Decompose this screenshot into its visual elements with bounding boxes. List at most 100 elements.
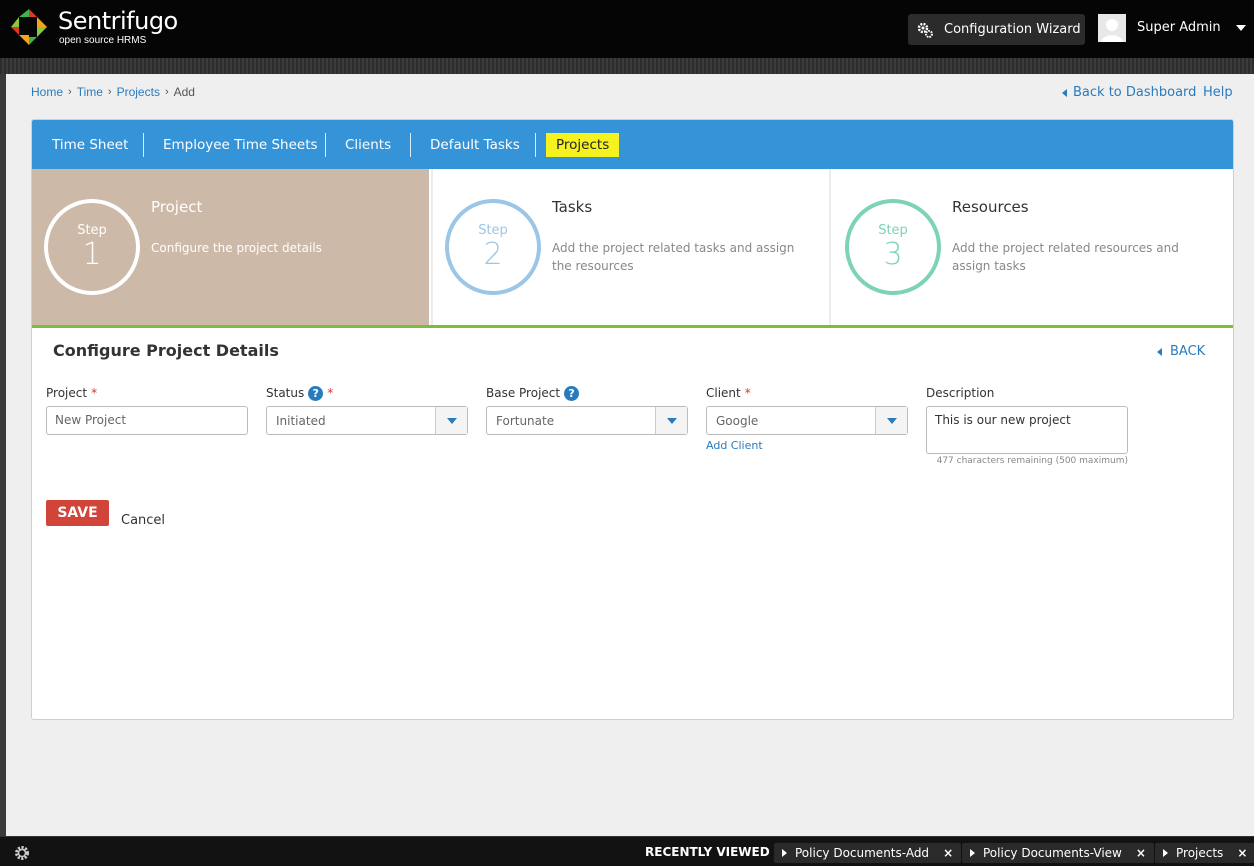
recent-item[interactable]: Projects × xyxy=(1155,843,1254,863)
step-label: Step xyxy=(478,223,508,238)
breadcrumb-time[interactable]: Time xyxy=(77,85,103,99)
required-marker: * xyxy=(744,386,751,400)
help-link[interactable]: Help xyxy=(1203,85,1233,100)
top-bar: Sentrifugo open source HRMS Configuratio… xyxy=(0,0,1254,58)
dropdown-arrow[interactable] xyxy=(435,407,467,434)
back-link[interactable]: BACK xyxy=(1157,344,1205,359)
breadcrumb-current: Add xyxy=(173,85,195,99)
project-label: Project * xyxy=(46,384,248,402)
tab-clients[interactable]: Clients xyxy=(345,133,391,157)
step-label: Step xyxy=(878,223,908,238)
client-field: Client * Google Add Client xyxy=(706,384,908,452)
main-content: Home › Time › Projects › Add Back to Das… xyxy=(6,74,1254,836)
step-title: Resources xyxy=(952,198,1029,216)
project-card: Time Sheet Employee Time Sheets Clients … xyxy=(31,119,1234,720)
step-tasks[interactable]: Step 2 Tasks Add the project related tas… xyxy=(431,169,831,325)
base-project-label-text: Base Project xyxy=(486,386,561,400)
user-name[interactable]: Super Admin xyxy=(1137,20,1221,35)
description-field: Description This is our new project 477 … xyxy=(926,384,1128,466)
recent-item-label: Policy Documents-View xyxy=(983,846,1122,860)
caret-down-icon xyxy=(887,418,897,424)
footer-bar: RECENTLY VIEWED Policy Documents-Add × P… xyxy=(0,836,1254,866)
close-icon[interactable]: × xyxy=(1136,846,1146,860)
step-title: Project xyxy=(151,198,203,216)
cancel-link[interactable]: Cancel xyxy=(121,513,165,528)
configuration-wizard-button[interactable]: Configuration Wizard xyxy=(908,14,1085,45)
caret-left-icon xyxy=(1062,88,1067,97)
step-circle: Step 2 xyxy=(445,199,541,295)
close-icon[interactable]: × xyxy=(943,846,953,860)
tab-default-tasks[interactable]: Default Tasks xyxy=(430,133,520,157)
client-label: Client * xyxy=(706,384,908,402)
step-number: 1 xyxy=(82,237,102,272)
configuration-wizard-label: Configuration Wizard xyxy=(944,22,1081,37)
client-label-text: Client xyxy=(706,386,741,400)
add-client-link[interactable]: Add Client xyxy=(706,439,908,452)
caret-left-icon xyxy=(1157,347,1162,356)
caret-down-icon xyxy=(447,418,457,424)
recent-item[interactable]: Policy Documents-Add × xyxy=(774,843,962,863)
step-number: 2 xyxy=(483,237,503,272)
step-resources[interactable]: Step 3 Resources Add the project related… xyxy=(833,169,1233,325)
status-value: Initiated xyxy=(276,414,326,428)
play-icon xyxy=(782,849,787,857)
dropdown-arrow[interactable] xyxy=(875,407,907,434)
status-select[interactable]: Initiated xyxy=(266,406,468,435)
back-to-dashboard-link[interactable]: Back to Dashboard xyxy=(1062,85,1196,100)
sentrifugo-logo-icon[interactable] xyxy=(10,8,48,46)
step-description: Configure the project details xyxy=(151,241,322,255)
recent-item-label: Projects xyxy=(1176,846,1224,860)
form-title: Configure Project Details xyxy=(53,341,279,360)
help-icon[interactable]: ? xyxy=(308,385,324,401)
save-button[interactable]: SAVE xyxy=(46,500,109,526)
step-number: 3 xyxy=(883,237,903,272)
tab-divider xyxy=(535,133,536,157)
status-label-text: Status xyxy=(266,386,305,400)
dropdown-arrow[interactable] xyxy=(655,407,687,434)
status-label: Status ? * xyxy=(266,384,468,402)
close-icon[interactable]: × xyxy=(1237,846,1247,860)
play-icon xyxy=(970,849,975,857)
progress-line xyxy=(32,325,1233,328)
breadcrumb-separator: › xyxy=(164,86,169,98)
header-separator xyxy=(0,58,1254,74)
breadcrumb-projects[interactable]: Projects xyxy=(117,85,160,99)
characters-remaining: 477 characters remaining (500 maximum) xyxy=(936,456,1128,466)
brand-tagline: open source HRMS xyxy=(59,35,147,46)
breadcrumb-separator: › xyxy=(107,86,112,98)
back-label: BACK xyxy=(1170,344,1206,359)
required-marker: * xyxy=(91,386,98,400)
description-label: Description xyxy=(926,384,1128,402)
recently-viewed-title: RECENTLY VIEWED xyxy=(645,845,770,859)
project-input[interactable]: New Project xyxy=(46,406,248,435)
base-project-label: Base Project ? xyxy=(486,384,688,402)
brand-name[interactable]: Sentrifugo xyxy=(58,7,178,35)
description-textarea[interactable]: This is our new project xyxy=(926,406,1128,454)
chevron-down-icon[interactable] xyxy=(1236,25,1246,31)
step-description: Add the project related resources and as… xyxy=(952,241,1179,273)
avatar[interactable] xyxy=(1098,14,1126,42)
recent-item[interactable]: Policy Documents-View × xyxy=(962,843,1154,863)
client-value: Google xyxy=(716,414,759,428)
step-project[interactable]: Step 1 Project Configure the project det… xyxy=(32,169,429,325)
tab-bar: Time Sheet Employee Time Sheets Clients … xyxy=(32,120,1233,169)
step-description: Add the project related tasks and assign… xyxy=(552,241,795,273)
breadcrumb-separator: › xyxy=(68,86,72,98)
tab-employee-time-sheets[interactable]: Employee Time Sheets xyxy=(163,133,318,157)
base-project-select[interactable]: Fortunate xyxy=(486,406,688,435)
description-label-text: Description xyxy=(926,386,995,400)
help-icon[interactable]: ? xyxy=(564,385,580,401)
tab-divider xyxy=(143,133,144,157)
base-project-value: Fortunate xyxy=(496,414,555,428)
tab-divider xyxy=(410,133,411,157)
recent-item-label: Policy Documents-Add xyxy=(795,846,930,860)
breadcrumb-home[interactable]: Home xyxy=(31,85,63,99)
wizard-steps: Step 1 Project Configure the project det… xyxy=(32,169,1233,325)
tab-projects[interactable]: Projects xyxy=(546,133,620,157)
settings-gear-icon[interactable] xyxy=(13,844,31,862)
play-icon xyxy=(1163,849,1168,857)
client-select[interactable]: Google xyxy=(706,406,908,435)
required-marker: * xyxy=(327,386,334,400)
tab-divider xyxy=(325,133,326,157)
tab-time-sheet[interactable]: Time Sheet xyxy=(52,133,128,157)
